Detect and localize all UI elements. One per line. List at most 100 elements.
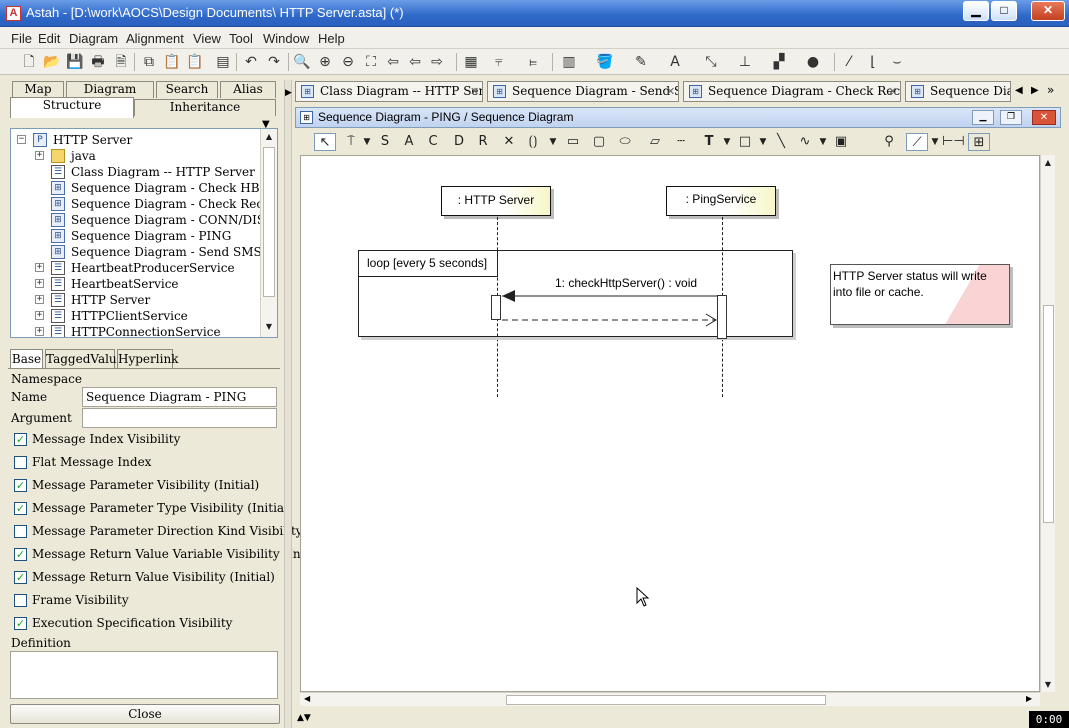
checkbox-checked-icon[interactable]: ✓ — [14, 433, 27, 446]
stop-icon[interactable]: ✕ — [500, 133, 518, 151]
note-icon[interactable]: ▱ — [646, 133, 664, 151]
checkbox-checked-icon[interactable]: ✓ — [14, 617, 27, 630]
collapse-left-icon[interactable]: ▶ — [285, 88, 292, 98]
dropdown-arrow-icon[interactable]: ▼ — [544, 133, 562, 151]
tab-scroll-right-icon[interactable]: ▶ — [1031, 85, 1039, 96]
menu-alignment[interactable]: Alignment — [126, 31, 184, 46]
open-icon[interactable]: 📂 — [43, 53, 61, 71]
arrange-icon[interactable]: ▞ — [770, 53, 788, 71]
align-icon[interactable]: ⫧ — [490, 53, 508, 71]
scroll-down-icon[interactable]: ▼ — [1041, 679, 1055, 691]
rectangle-tool-icon[interactable]: □ — [736, 133, 754, 151]
tab-diagram[interactable]: Diagram — [66, 81, 154, 98]
stack-icon[interactable]: ▥ — [560, 53, 578, 71]
prop-tab-taggedvalue[interactable]: TaggedValue — [45, 349, 124, 369]
text-tool-icon[interactable]: T — [700, 133, 718, 151]
font-color-icon[interactable]: A — [666, 53, 684, 71]
forward-icon[interactable]: ⇨ — [428, 53, 446, 71]
menu-view[interactable]: View — [193, 31, 221, 46]
canvas-vscrollbar[interactable]: ▲ ▼ — [1040, 155, 1055, 692]
zoom-in-icon[interactable]: ⊕ — [316, 53, 334, 71]
undo-icon[interactable]: ↶ — [242, 53, 260, 71]
tree-item[interactable]: ⊞ Sequence Diagram - Check Receiver — [11, 196, 277, 212]
inner-restore-icon[interactable]: ❐ — [1000, 110, 1022, 125]
line-color-icon[interactable]: ✎ — [632, 53, 650, 71]
select-tool-icon[interactable]: ↖ — [314, 133, 336, 151]
redo-icon[interactable]: ↷ — [265, 53, 283, 71]
reply-message-icon[interactable]: R — [474, 133, 492, 151]
checkbox-unchecked-icon[interactable] — [14, 525, 27, 538]
tab-close-icon[interactable]: ✕ — [470, 82, 479, 101]
tree-scrollbar[interactable]: ▲ ▼ — [260, 129, 277, 337]
zoom-out-icon[interactable]: ⊖ — [339, 53, 357, 71]
curve-icon[interactable]: ⌣ — [888, 53, 906, 71]
scroll-left-icon[interactable]: ◀ — [304, 694, 310, 703]
doc-tab-class-diagram[interactable]: ⊞ Class Diagram -- HTTP Server ✕ — [295, 81, 483, 102]
sync-message-icon[interactable]: S — [376, 133, 394, 151]
checkbox-checked-icon[interactable]: ✓ — [14, 479, 27, 492]
copy-icon[interactable]: ⧉ — [140, 53, 158, 71]
canvas-hscroll-thumb[interactable] — [506, 695, 826, 705]
tab-close-icon[interactable]: ✕ — [888, 82, 897, 101]
dropdown-arrow-icon[interactable]: ▼ — [358, 133, 376, 151]
maximize-button[interactable]: □ — [991, 1, 1017, 21]
dropdown-arrow-icon[interactable]: ▼ — [718, 133, 736, 151]
close-window-button[interactable]: ✕ — [1031, 1, 1065, 21]
dropdown-arrow-icon[interactable]: ▼ — [814, 133, 832, 151]
note-anchor-icon[interactable]: ┄ — [672, 133, 690, 151]
new-icon[interactable]: 🗋 — [20, 53, 38, 71]
fit-icon[interactable]: ⛶ — [362, 53, 380, 71]
tree-item[interactable]: + java — [11, 148, 261, 164]
canvas-vscroll-thumb[interactable] — [1043, 305, 1054, 523]
paste-extra-icon[interactable]: ▤ — [214, 53, 232, 71]
grid-icon[interactable]: ⊞ — [968, 133, 990, 151]
scroll-right-icon[interactable]: ▶ — [1026, 694, 1032, 703]
scroll-down-icon[interactable]: ▼ — [262, 321, 276, 333]
prop-tab-base[interactable]: Base — [10, 349, 43, 369]
back-dropdown-icon[interactable]: ⇦ — [406, 53, 424, 71]
line-icon[interactable]: ⌊ — [864, 53, 882, 71]
tree-item[interactable]: + ☰ HTTP Server — [11, 292, 261, 308]
tree-item[interactable]: + ☰ HeartbeatProducerService — [11, 260, 261, 276]
line-mode-icon[interactable]: ⟋ — [906, 133, 928, 151]
layout-icon[interactable]: ▦ — [462, 53, 480, 71]
tree-item[interactable]: + ☰ HeartbeatService — [11, 276, 261, 292]
menu-help[interactable]: Help — [318, 31, 345, 46]
expand-icon[interactable]: + — [35, 295, 44, 304]
tab-scroll-left-icon[interactable]: ◀ — [1015, 85, 1023, 96]
tab-inheritance[interactable]: Inheritance — [134, 99, 276, 116]
menu-window[interactable]: Window — [263, 31, 309, 46]
line-style-icon[interactable]: ⤡ — [702, 53, 720, 71]
note-http-status[interactable]: HTTP Server status will write into file … — [830, 264, 1010, 325]
scroll-up-icon[interactable]: ▲ — [1041, 157, 1055, 169]
doc-tab-send-sms[interactable]: ⊞ Sequence Diagram - Send SMS ✕ — [487, 81, 679, 102]
back-icon[interactable]: ⇦ — [384, 53, 402, 71]
create-message-icon[interactable]: C — [424, 133, 442, 151]
checkbox-checked-icon[interactable]: ✓ — [14, 502, 27, 515]
doc-tab-sequence-truncated[interactable]: ⊞ Sequence Diagra — [905, 81, 1011, 102]
tree-layout-icon[interactable]: ⊥ — [736, 53, 754, 71]
menu-tool[interactable]: Tool — [229, 31, 253, 46]
tree-item[interactable]: ⊞ Sequence Diagram - CONN/DISCONN — [11, 212, 277, 228]
tree-item[interactable]: + ☰ HTTPClientService — [11, 308, 261, 324]
tree-item[interactable]: + ☰ HTTPConnectionService — [11, 324, 261, 337]
minimize-button[interactable]: ▁ — [963, 1, 989, 21]
destroy-message-icon[interactable]: D — [450, 133, 468, 151]
pin-icon[interactable]: ⚲ — [880, 133, 898, 151]
tab-structure[interactable]: Structure — [10, 97, 134, 118]
pane-splitter[interactable]: ▶ — [284, 80, 292, 728]
frame-icon[interactable]: ▢ — [590, 133, 608, 151]
checkbox-unchecked-icon[interactable] — [14, 594, 27, 607]
tree-scroll-thumb[interactable] — [263, 147, 275, 297]
fit-width-icon[interactable]: ⊢⊣ — [942, 133, 965, 151]
menu-edit[interactable]: Edit — [38, 31, 60, 46]
expand-icon[interactable]: + — [35, 151, 44, 160]
prop-tab-hyperlink[interactable]: Hyperlink — [117, 349, 178, 369]
no-style-icon[interactable]: ⁄ — [840, 53, 858, 71]
tree-item[interactable]: ⊞ Sequence Diagram - Check HB — [11, 180, 261, 196]
expand-icon[interactable]: + — [35, 263, 44, 272]
scroll-up-icon[interactable]: ▲ — [262, 131, 276, 143]
menu-file[interactable]: File — [11, 31, 32, 46]
state-invariant-icon[interactable]: ⬭ — [616, 133, 634, 151]
diagram-canvas[interactable]: : HTTP Server : PingService loop [every … — [300, 155, 1040, 692]
